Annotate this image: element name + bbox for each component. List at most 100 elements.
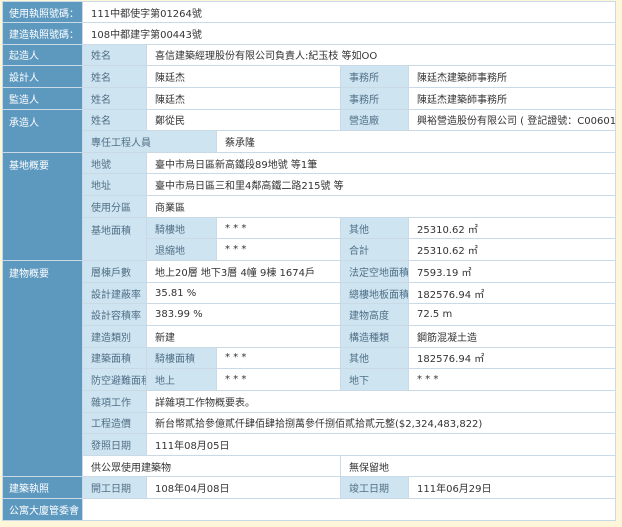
permit-label: 建築執照 — [2, 476, 83, 500]
building-legal-area-label: 法定空地面積 — [340, 260, 409, 283]
building-built-arcade-label: 騎樓面積 — [146, 346, 217, 370]
building-shelter-above: * * * — [216, 368, 341, 391]
site-address-label: 地址 — [82, 173, 147, 197]
building-misc-label: 雜項工作 — [82, 389, 147, 413]
site-zone-label: 使用分區 — [82, 195, 147, 218]
site-arcade-label: 騎樓地 — [146, 216, 217, 240]
site-lot-row: 基地概要 地號 臺中市烏日區新高鐵段89地號 等1筆 — [2, 151, 617, 262]
license-no-label: 使用執照號碼： — [2, 1, 83, 23]
building-height-label: 建物高度 — [340, 303, 409, 326]
supervisor-row: 監造人 姓名 陳廷杰 事務所 陳廷杰建築師事務所 — [2, 86, 617, 110]
building-issue-date: 111年08月05日 — [145, 433, 617, 456]
building-built-arcade: * * * — [216, 346, 341, 370]
engineer-row: 專任工程人員 蔡承隆 — [3, 130, 617, 153]
building-cost-row: 工程造價 新台幣貳拾參億貳仟肆佰肆拾捌萬參仟捌佰貳拾貳元整($2,324,483… — [3, 411, 617, 435]
designer-name: 陳廷杰 — [146, 65, 341, 88]
license-no-value: 111中都使字第01264號 — [81, 1, 617, 23]
designer-row: 設計人 姓名 陳廷杰 事務所 陳廷杰建築師事務所 — [2, 65, 617, 88]
supervisor-office: 陳廷杰建築師事務所 — [407, 86, 617, 110]
site-setback-label: 退縮地 — [146, 238, 217, 262]
building-structure: 鋼筋混凝土造 — [407, 324, 617, 348]
contractor-company: 興裕營造股份有限公司 ( 登記證號：C00601 ) — [407, 108, 617, 132]
building-construction: 新建 — [146, 324, 341, 348]
building-shelter-below: * * * — [407, 368, 617, 391]
building-issue-row: 發照日期 111年08月05日 — [3, 433, 617, 456]
building-floors-label: 層棟戶數 — [82, 260, 147, 283]
supervisor-name-label: 姓名 — [82, 86, 147, 110]
building-built-other-label: 其他 — [340, 346, 409, 370]
permit-no-value: 108中都建字第00443號 — [81, 22, 617, 45]
building-coverage-row: 設計建蔽率 35.81 % 總樓地板面積 182576.94 ㎡ — [3, 281, 617, 305]
building-public-row: 供公眾使用建築物 無保留地 — [3, 454, 617, 478]
permit-start-label: 開工日期 — [82, 476, 147, 500]
engineer-name: 蔡承隆 — [215, 130, 617, 153]
building-type-row: 建造類別 新建 構造種類 鋼筋混凝土造 — [3, 324, 617, 348]
permit-no-label: 建造執照號碼： — [2, 22, 83, 45]
site-address: 臺中市烏日區三和里4鄰高鐵二路215號 等 — [145, 173, 617, 197]
building-shelter-below-label: 地下 — [340, 368, 409, 391]
permit-no-row: 建造執照號碼： 108中都建字第00443號 — [2, 22, 617, 45]
building-shelter-label: 防空避難面積 — [82, 368, 147, 391]
designer-label: 設計人 — [2, 65, 83, 88]
building-shelter-above-label: 地上 — [146, 368, 217, 391]
contractor-row: 承造人 姓名 鄭從民 營造廠 興裕營造股份有限公司 ( 登記證號：C00601 … — [2, 108, 617, 153]
committee-label: 公寓大廈管委會 — [2, 498, 83, 521]
building-far-row: 設計容積率 383.99 % 建物高度 72.5 m — [3, 303, 617, 326]
site-setback: * * * — [216, 238, 341, 262]
owner-name-label: 姓名 — [82, 43, 147, 67]
building-legal-area: 7593.19 ㎡ — [407, 260, 617, 283]
permit-complete: 111年06月29日 — [407, 476, 617, 500]
building-floor-area: 182576.94 ㎡ — [407, 281, 617, 305]
building-floor-area-label: 總樓地板面積 — [340, 281, 409, 305]
permit-start: 108年04月08日 — [146, 476, 341, 500]
site-area-label: 基地面積 — [82, 216, 147, 262]
site-other-label: 其他 — [340, 216, 409, 240]
building-construction-label: 建造類別 — [82, 324, 147, 348]
committee-value — [81, 498, 617, 521]
site-total: 25310.62 ㎡ — [407, 238, 617, 262]
building-built-area-label: 建築面積 — [82, 346, 147, 370]
site-other: 25310.62 ㎡ — [407, 216, 617, 240]
building-structure-label: 構造種類 — [340, 324, 409, 348]
building-shelter-row: 防空避難面積 地上 * * * 地下 * * * — [3, 368, 617, 391]
building-built-area-row: 建築面積 騎樓面積 * * * 其他 182576.94 ㎡ — [3, 346, 617, 370]
building-floors: 地上20層 地下3層 4幢 9棟 1674戶 — [146, 260, 341, 283]
owner-label: 起造人 — [2, 43, 83, 67]
building-floors-row: 建物概要 層棟戶數 地上20層 地下3層 4幢 9棟 1674戶 法定空地面積 … — [2, 260, 617, 478]
owner-row: 起造人 姓名 喜信建築經理股份有限公司負責人:紀玉枝 等如OO — [2, 43, 617, 67]
site-lot: 臺中市烏日區新高鐵段89地號 等1筆 — [145, 151, 617, 175]
supervisor-name: 陳廷杰 — [146, 86, 341, 110]
site-address-row: 地址 臺中市烏日區三和里4鄰高鐵二路215號 等 — [3, 173, 617, 197]
site-area-row-1: 基地面積 騎樓地 * * * 其他 25310.62 ㎡ — [3, 216, 617, 262]
contractor-name: 鄭從民 — [146, 108, 341, 132]
permit-complete-label: 竣工日期 — [340, 476, 409, 500]
permit-dates-row: 建築執照 開工日期 108年04月08日 竣工日期 111年06月29日 — [2, 476, 617, 500]
supervisor-label: 監造人 — [2, 86, 83, 110]
site-arcade: * * * — [216, 216, 341, 240]
site-total-label: 合計 — [340, 238, 409, 262]
engineer-label: 專任工程人員 — [82, 130, 217, 153]
contractor-name-label: 姓名 — [82, 108, 147, 132]
building-no-private: 無保留地 — [339, 454, 617, 478]
building-misc: 詳雜項工作物概要表。 — [145, 389, 617, 413]
building-far: 383.99 % — [146, 303, 341, 326]
site-label: 基地概要 — [2, 151, 83, 262]
committee-row: 公寓大廈管委會 — [2, 498, 617, 521]
building-public-use: 供公眾使用建築物 — [82, 454, 341, 478]
site-zone: 商業區 — [145, 195, 617, 218]
building-coverage-label: 設計建蔽率 — [82, 281, 147, 305]
building-far-label: 設計容積率 — [82, 303, 147, 326]
designer-office: 陳廷杰建築師事務所 — [407, 65, 617, 88]
contractor-company-label: 營造廠 — [340, 108, 409, 132]
license-frame: 使用執照號碼： 111中都使字第01264號 建造執照號碼： 108中都建字第0… — [2, 1, 617, 521]
contractor-label: 承造人 — [2, 108, 83, 153]
building-height: 72.5 m — [407, 303, 617, 326]
supervisor-office-label: 事務所 — [340, 86, 409, 110]
building-coverage: 35.81 % — [146, 281, 341, 305]
site-lot-label: 地號 — [82, 151, 147, 175]
designer-name-label: 姓名 — [82, 65, 147, 88]
owner-name: 喜信建築經理股份有限公司負責人:紀玉枝 等如OO — [145, 43, 617, 67]
building-label: 建物概要 — [2, 260, 83, 478]
building-built-other: 182576.94 ㎡ — [407, 346, 617, 370]
building-cost-label: 工程造價 — [82, 411, 147, 435]
